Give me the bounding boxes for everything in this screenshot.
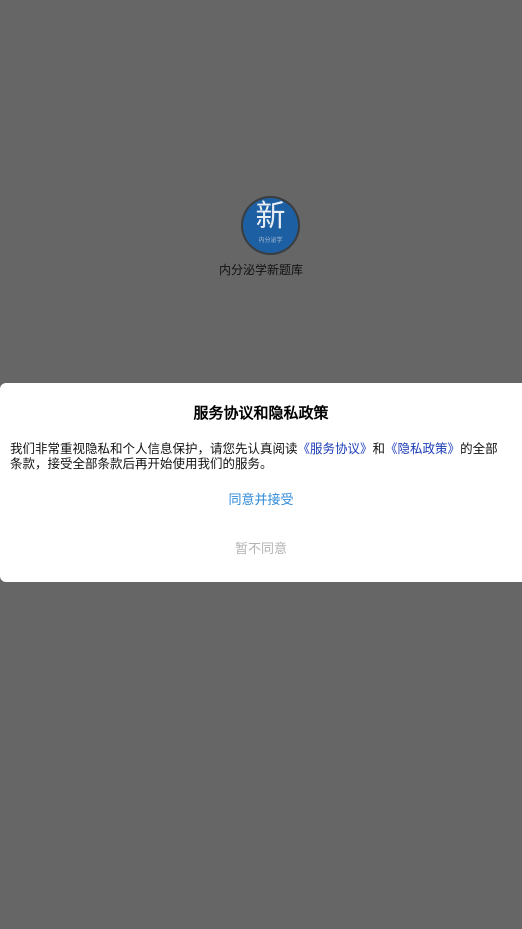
logo-subtext: 内分泌学 bbox=[258, 237, 283, 244]
agree-button[interactable]: 同意并接受 bbox=[0, 492, 522, 510]
privacy-dialog: 服务协议和隐私政策 我们非常重视隐私和个人信息保护，请您先认真阅读《服务协议》和… bbox=[0, 383, 522, 582]
dialog-message-line-2: 条款，接受全部条款后再开始使用我们的服务。 bbox=[10, 456, 273, 471]
dialog-title: 服务协议和隐私政策 bbox=[193, 404, 329, 422]
privacy-policy-link[interactable]: 《隐私政策》 bbox=[385, 441, 460, 456]
disagree-button[interactable]: 暂不同意 bbox=[0, 541, 522, 559]
logo-character: 新 bbox=[255, 199, 286, 234]
dialog-message-line-1: 我们非常重视隐私和个人信息保护，请您先认真阅读《服务协议》和《隐私政策》的全部 bbox=[10, 441, 522, 456]
message-prefix: 我们非常重视隐私和个人信息保护，请您先认真阅读 bbox=[10, 441, 298, 456]
app-logo-icon: 新 内分泌学 bbox=[241, 196, 300, 255]
dialog-message: 我们非常重视隐私和个人信息保护，请您先认真阅读《服务协议》和《隐私政策》的全部 … bbox=[10, 441, 522, 471]
message-suffix: 的全部 bbox=[460, 441, 498, 456]
message-conjunction: 和 bbox=[372, 441, 386, 456]
service-agreement-link[interactable]: 《服务协议》 bbox=[298, 441, 373, 456]
app-name: 内分泌学新题库 bbox=[218, 263, 303, 277]
